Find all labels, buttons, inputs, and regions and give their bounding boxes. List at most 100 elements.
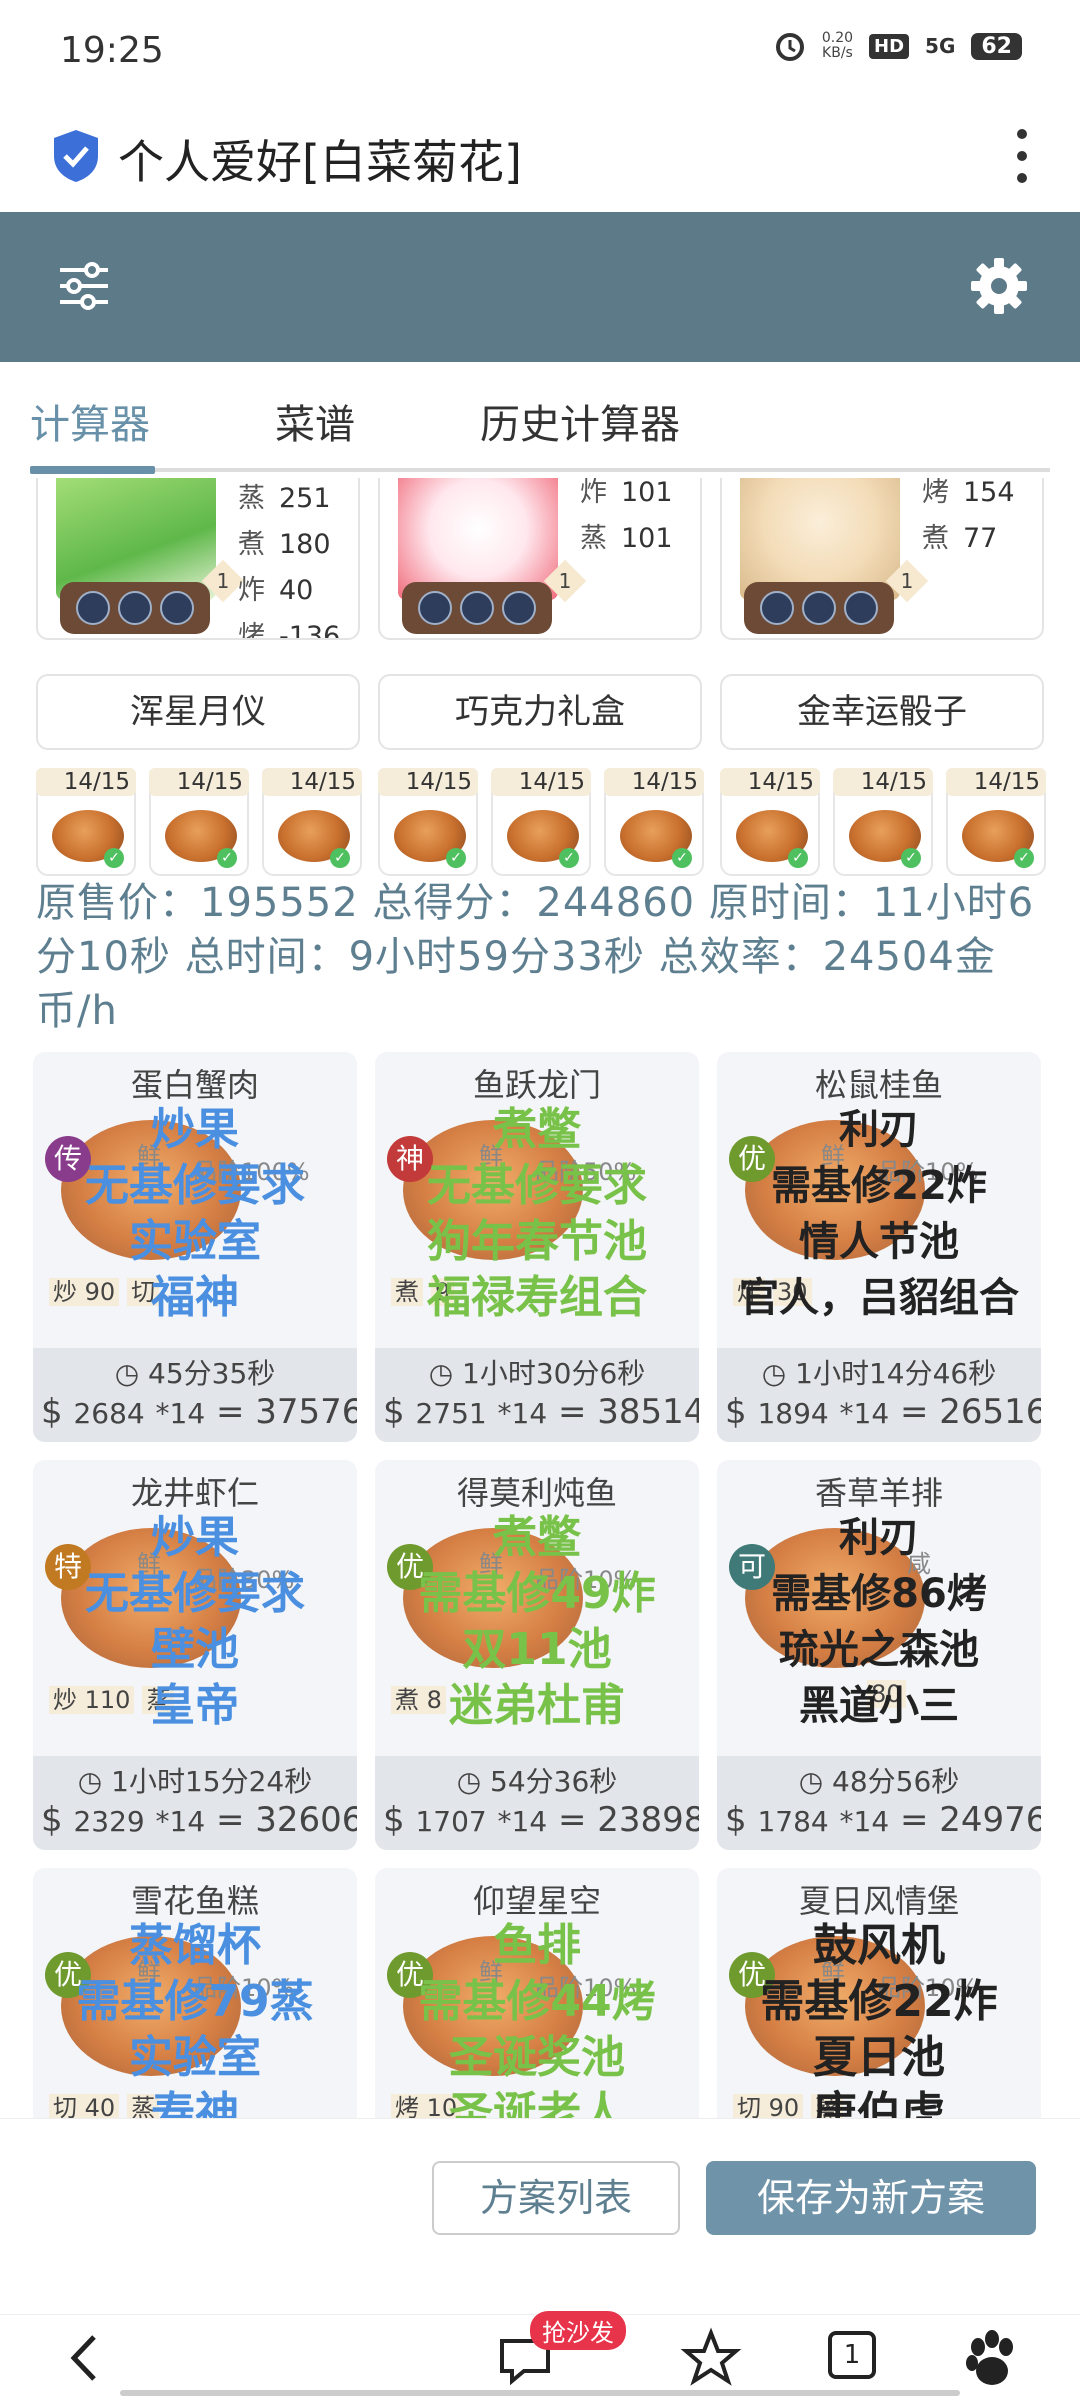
- action-bar: 方案列表 保存为新方案: [0, 2118, 1080, 2314]
- save-new-plan-button[interactable]: 保存为新方案: [706, 2161, 1036, 2235]
- network-speed: 0.20 KB/s: [821, 30, 854, 61]
- dish-thumbnail[interactable]: 14/15 ✓: [36, 768, 136, 876]
- check-icon: ✓: [217, 848, 237, 868]
- check-icon: ✓: [788, 848, 808, 868]
- dish-annotation: 利刃 需基修86烤 琉光之森池 黑道小三: [771, 1515, 987, 1729]
- chef-card[interactable]: 1 蒸 251 煮 180 炸 40 烤 -136: [36, 478, 360, 640]
- dish-card[interactable]: 香草羊排 可 咸 80 利刃 需基修86烤 琉光之森池 黑道小三 ◷ 48分56秒 $…: [717, 1460, 1041, 1850]
- dish-thumbnail[interactable]: 14/15 ✓: [149, 768, 249, 876]
- home-indicator: [120, 2390, 960, 2396]
- dish-footer: ◷ 54分36秒 $ 1707 *14 = 23898: [375, 1756, 699, 1850]
- chef-level-badge: 1: [543, 559, 587, 603]
- dish-time: ◷ 54分36秒: [456, 1765, 618, 1798]
- back-icon[interactable]: [52, 2323, 122, 2393]
- dish-count: 14/15: [720, 768, 820, 796]
- chef-card[interactable]: 1 炸 101 蒸 101: [378, 478, 702, 640]
- hd-icon: HD: [869, 33, 910, 59]
- plan-list-button[interactable]: 方案列表: [432, 2161, 680, 2235]
- dish-thumbnail[interactable]: 14/15 ✓: [378, 768, 478, 876]
- dish-name: 龙井虾仁: [130, 1474, 259, 1512]
- browser-navbar: 抢沙发 1: [0, 2311, 1080, 2400]
- chef-equipment-slots: [60, 582, 210, 634]
- clock: 19:25: [60, 30, 164, 71]
- app-titlebar: 个人爱好[白菜菊花]: [0, 100, 1080, 212]
- tab-history-calculator[interactable]: 历史计算器: [480, 392, 680, 450]
- tab-recipes[interactable]: 菜谱: [275, 392, 355, 450]
- tab-bar: 计算器 菜谱 历史计算器: [0, 362, 1080, 478]
- dish-thumbnail[interactable]: 14/15 ✓: [262, 768, 362, 876]
- chef-equipment-slots: [402, 582, 552, 634]
- alarm-icon: [775, 33, 804, 61]
- dish-count: 14/15: [604, 768, 704, 796]
- dish-price: $ 2329 *14 = 32606: [41, 1800, 357, 1840]
- dish-count: 14/15: [491, 768, 591, 796]
- dish-price: $ 2751 *14 = 38514: [383, 1392, 699, 1432]
- dish-thumbnail[interactable]: 14/15 ✓: [946, 768, 1046, 876]
- dish-count: 14/15: [149, 768, 249, 796]
- dish-card[interactable]: 仰望星空 优 鲜 品阶10% 烤 10 鱼排 需基修44烤 圣诞奖池 圣诞老人: [375, 1868, 699, 2118]
- dish-card[interactable]: 龙井虾仁 特 鲜 品阶30% 炒 110 蒸 炒果 无基修要求 壁池 皇帝 ◷ 1小时1…: [33, 1460, 357, 1850]
- check-icon: ✓: [1014, 848, 1034, 868]
- check-icon: ✓: [672, 848, 692, 868]
- status-icons: 0.20 KB/s HD 5G 62: [774, 30, 1022, 62]
- tab-calculator[interactable]: 计算器: [30, 392, 150, 450]
- dish-annotation: 煮鳖 无基修要求 狗年春节池 福禄寿组合: [427, 1104, 647, 1323]
- tab-divider: [30, 468, 1050, 472]
- dish-footer: ◷ 1小时15分24秒 $ 2329 *14 = 32606: [33, 1756, 357, 1850]
- dish-card[interactable]: 鱼跃龙门 神 鲜 品阶50% 煮9 煮鳖 无基修要求 狗年春节池 福禄寿组合 ◷ 1小…: [375, 1052, 699, 1442]
- star-icon[interactable]: [676, 2323, 746, 2393]
- dish-card[interactable]: 松鼠桂鱼 优 鲜 品阶10% 炸 30 利刃 需基修22炸 情人节池 官人，吕貂组合 ◷…: [717, 1052, 1041, 1442]
- check-icon: ✓: [330, 848, 350, 868]
- page-title: 个人爱好[白菜菊花]: [118, 135, 522, 189]
- dish-price: $ 2684 *14 = 37576: [41, 1392, 357, 1432]
- baidu-paw-icon[interactable]: [958, 2323, 1028, 2393]
- signal-icon: 5G: [925, 34, 956, 58]
- dish-footer: ◷ 1小时30分6秒 $ 2751 *14 = 38514: [375, 1348, 699, 1442]
- gear-icon[interactable]: [970, 257, 1028, 315]
- dish-card[interactable]: 蛋白蟹肉 传 鲜 品阶100% 炒 90 切 炒果 无基修要求 实验室 福神 ◷ 45分…: [33, 1052, 357, 1442]
- dish-time: ◷ 1小时14分46秒: [761, 1357, 997, 1390]
- dish-price: $ 1784 *14 = 24976: [725, 1800, 1041, 1840]
- battery-icon: 62: [971, 32, 1022, 60]
- dish-name: 仰望星空: [472, 1882, 601, 1920]
- tabs-count-icon[interactable]: 1: [828, 2331, 876, 2379]
- equipment-name[interactable]: 浑星月仪: [36, 674, 360, 750]
- dish-card[interactable]: 得莫利炖鱼 优 鲜 品阶10% 煮 8 煮鳖 需基修49炸 双11池 迷弟杜甫 ◷ 5…: [375, 1460, 699, 1850]
- dish-name: 得莫利炖鱼: [456, 1474, 617, 1512]
- dish-time: ◷ 45分35秒: [114, 1357, 276, 1390]
- dish-thumbnail[interactable]: 14/15 ✓: [604, 768, 704, 876]
- check-icon: ✓: [901, 848, 921, 868]
- dish-count: 14/15: [36, 768, 136, 796]
- dish-price: $ 1707 *14 = 23898: [383, 1800, 699, 1840]
- dish-annotation: 蒸馏杯 需基修79蒸 实验室 寿神: [76, 1920, 314, 2118]
- chef-card[interactable]: 1 烤 154 煮 77: [720, 478, 1044, 640]
- dish-thumbnail[interactable]: 14/15 ✓: [491, 768, 591, 876]
- shield-icon: [54, 130, 98, 182]
- dish-annotation: 炒果 无基修要求 壁池 皇帝: [85, 1512, 305, 1731]
- dish-count: 14/15: [946, 768, 1046, 796]
- dish-name: 蛋白蟹肉: [130, 1066, 259, 1104]
- dish-footer: ◷ 48分56秒 $ 1784 *14 = 24976: [717, 1756, 1041, 1850]
- calculator-content[interactable]: 1 蒸 251 煮 180 炸 40 烤 -136 1 炸 101 蒸 101 1 烤 154…: [0, 478, 1080, 2118]
- dish-name: 鱼跃龙门: [472, 1066, 601, 1104]
- dish-annotation: 煮鳖 需基修49炸 双11池 迷弟杜甫: [418, 1512, 656, 1731]
- dish-time: ◷ 48分56秒: [798, 1765, 960, 1798]
- dish-card[interactable]: 夏日风情堡 优 鲜 品阶10% 切 90 蒸 鼓风机 需基修22炸 夏日池 唐伯虎: [717, 1868, 1041, 2118]
- dish-count: 14/15: [262, 768, 362, 796]
- dish-price: $ 1894 *14 = 26516: [725, 1392, 1041, 1432]
- chef-stats: 炸 101 蒸 101: [580, 478, 673, 554]
- dish-card[interactable]: 雪花鱼糕 优 鲜 品阶10% 切 40 蒸 蒸馏杯 需基修79蒸 实验室 寿神: [33, 1868, 357, 2118]
- dish-thumbnail[interactable]: 14/15 ✓: [720, 768, 820, 876]
- more-options-icon[interactable]: [1010, 126, 1034, 186]
- check-icon: ✓: [446, 848, 466, 868]
- check-icon: ✓: [104, 848, 124, 868]
- dish-thumbnail[interactable]: 14/15 ✓: [833, 768, 933, 876]
- filter-icon[interactable]: [58, 260, 110, 312]
- dish-time: ◷ 1小时30分6秒: [428, 1357, 646, 1390]
- equipment-name[interactable]: 金幸运骰子: [720, 674, 1044, 750]
- equipment-name[interactable]: 巧克力礼盒: [378, 674, 702, 750]
- dish-annotation: 鱼排 需基修44烤 圣诞奖池 圣诞老人: [418, 1920, 656, 2118]
- dish-count: 14/15: [378, 768, 478, 796]
- dish-time: ◷ 1小时15分24秒: [77, 1765, 313, 1798]
- chef-equipment-slots: [744, 582, 894, 634]
